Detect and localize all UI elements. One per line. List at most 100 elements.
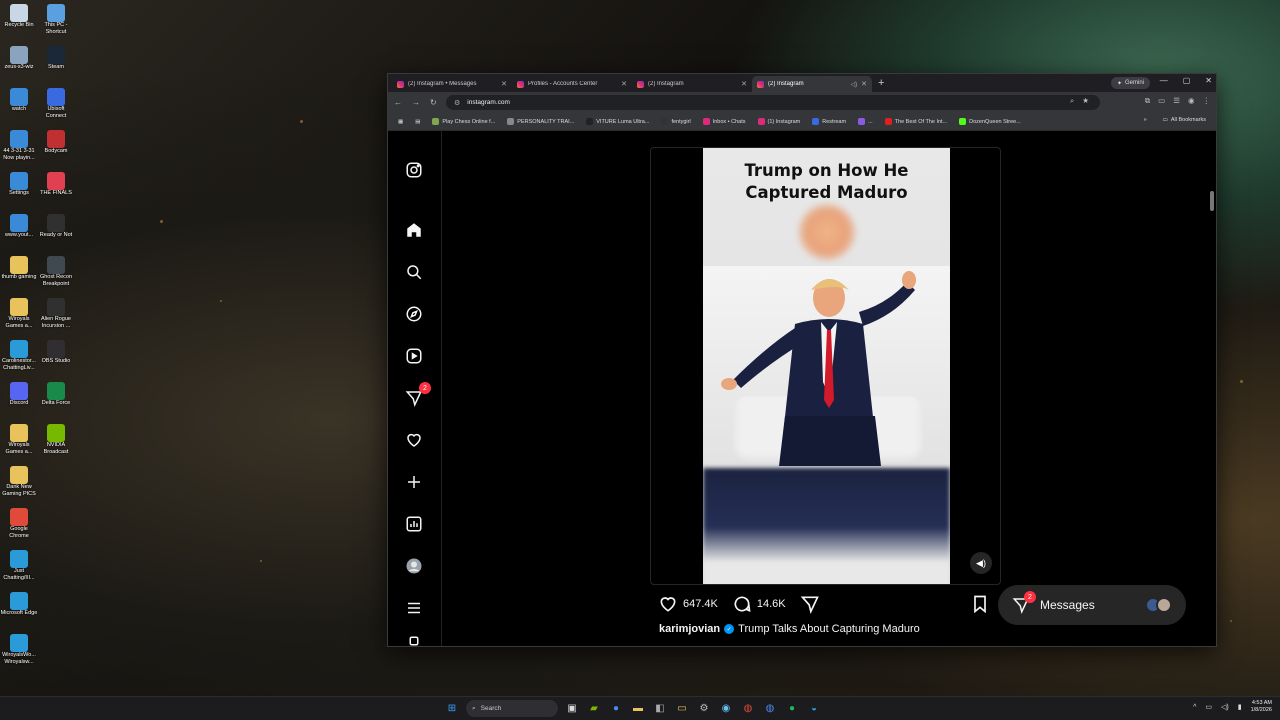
tab-instagram-active[interactable]: (2) Instagram ◁) ✕ <box>752 76 872 92</box>
close-tab-icon[interactable]: ✕ <box>741 80 747 88</box>
desktop-icon[interactable]: Discord <box>0 380 38 422</box>
bookmark-item[interactable]: ... <box>854 118 877 125</box>
close-tab-icon[interactable]: ✕ <box>621 80 627 88</box>
share-button[interactable] <box>800 594 820 614</box>
nvidia-icon[interactable]: ▰ <box>586 701 602 717</box>
desktop-icon[interactable]: Google Chrome <box>0 506 38 548</box>
desktop-icon[interactable]: Wiroyals Games a... <box>0 422 38 464</box>
address-bar[interactable]: ⚙ instagram.com <box>446 95 1100 110</box>
desktop-icon[interactable]: Delta Force <box>37 380 75 422</box>
back-icon[interactable]: ← <box>394 98 402 107</box>
bookmark-item[interactable]: VITURE Luma Ultra... <box>582 118 653 125</box>
folder-icon[interactable]: ▭ <box>674 701 690 717</box>
chevron-up-icon[interactable]: ^ <box>1193 704 1196 711</box>
forward-icon[interactable]: → <box>412 98 420 107</box>
file-explorer-icon[interactable]: ▬ <box>630 701 646 717</box>
desktop-icon[interactable]: www.yout... <box>0 212 38 254</box>
site-settings-icon[interactable]: ⚙ <box>454 99 460 107</box>
desktop-icon[interactable]: Microsoft Edge <box>0 590 38 632</box>
explore-compass-icon[interactable] <box>404 304 424 324</box>
clock[interactable]: 4:53 AM 1/8/2026 <box>1251 700 1272 714</box>
bookmark-item[interactable]: (1) Instagram <box>754 118 805 125</box>
all-bookmarks-button[interactable]: ▭ All Bookmarks <box>1159 117 1210 123</box>
desktop-icon[interactable]: Ready or Not <box>37 212 75 254</box>
volume-icon[interactable]: ◁) <box>1221 703 1229 711</box>
close-tab-icon[interactable]: ✕ <box>501 80 507 88</box>
network-icon[interactable]: ▭ <box>1205 703 1212 711</box>
volume-button[interactable]: ◀) <box>970 552 992 574</box>
tab-instagram-messages[interactable]: (2) Instagram • Messages ✕ <box>392 76 512 92</box>
desktop-icon[interactable]: THE FINALS <box>37 170 75 212</box>
meta-icon[interactable] <box>404 631 424 646</box>
tab-groups-icon[interactable]: ▤ <box>411 119 424 125</box>
bookmark-item[interactable]: Restream <box>808 118 850 125</box>
task-view-icon[interactable]: ▣ <box>564 701 580 717</box>
desktop-icon[interactable]: OBS Studio <box>37 338 75 380</box>
desktop-icon[interactable]: Bodycam <box>37 128 75 170</box>
desktop-icon[interactable]: This PC - Shortcut <box>37 2 75 44</box>
desktop-icon[interactable]: Dank New Gaming PICS <box>0 464 38 506</box>
like-button[interactable]: 647.4K <box>658 594 718 614</box>
menu-icon[interactable]: ⋮ <box>1203 96 1211 106</box>
tab-accounts-center[interactable]: Profiles - Accounts Center ✕ <box>512 76 632 92</box>
profile-avatar-icon[interactable] <box>404 556 424 576</box>
bookmark-star-icon[interactable]: ★ <box>1082 96 1089 106</box>
apps-icon[interactable]: ▦ <box>394 119 407 125</box>
start-windows-icon[interactable]: ⊞ <box>444 701 460 717</box>
bookmark-item[interactable]: Inbox • Chats <box>699 118 750 125</box>
desktop-icon[interactable]: Carolinestor... ChattingLiv... <box>0 338 38 380</box>
spotify-icon[interactable]: ● <box>784 701 800 717</box>
gemini-button[interactable]: ✦ Gemini <box>1110 77 1150 89</box>
desktop-icon[interactable]: 44 3-31 3-31 Now playin... <box>0 128 38 170</box>
desktop-icon[interactable]: Ubisoft Connect <box>37 86 75 128</box>
desktop-icon[interactable]: Alien Rogue Incursion ... <box>37 296 75 338</box>
desktop-icon[interactable]: Wiroyals Games a... <box>0 296 38 338</box>
messages-drawer-button[interactable]: 2 Messages <box>998 585 1186 625</box>
extensions-icon[interactable]: ⧉ <box>1145 96 1150 106</box>
speaker-icon[interactable]: ◁) <box>851 81 858 88</box>
more-menu-icon[interactable] <box>404 598 424 618</box>
desktop-icon[interactable]: Settings <box>0 170 38 212</box>
bookmark-item[interactable]: PERSONALITY TRAI... <box>503 118 578 125</box>
reload-icon[interactable]: ↻ <box>430 98 437 107</box>
close-window-icon[interactable]: ✕ <box>1205 76 1212 85</box>
desktop-icon[interactable]: Recycle Bin <box>0 2 38 44</box>
bookmark-item[interactable]: fentygirl <box>657 118 694 125</box>
desktop-icon[interactable]: WiroyalsWo... Wiroyalsw... <box>0 632 38 674</box>
reels-icon[interactable] <box>404 346 424 366</box>
bookmark-item[interactable]: Play Chess Online f... <box>428 118 499 125</box>
app-icon[interactable]: ● <box>608 701 624 717</box>
desktop-icon[interactable]: Ghost Recon Breakpoint <box>37 254 75 296</box>
taskbar-search[interactable]: ⌕ Search <box>466 700 558 717</box>
settings-gear-icon[interactable]: ⚙ <box>696 701 712 717</box>
desktop-icon[interactable]: Just Chatting/III... <box>0 548 38 590</box>
steam-icon[interactable]: ◉ <box>718 701 734 717</box>
app-icon[interactable]: ◧ <box>652 701 668 717</box>
create-plus-icon[interactable] <box>404 472 424 492</box>
notifications-heart-icon[interactable] <box>404 430 424 450</box>
new-tab-button[interactable]: + <box>878 77 884 89</box>
dashboard-icon[interactable] <box>404 514 424 534</box>
split-view-icon[interactable]: ▭ <box>1158 96 1165 106</box>
profile-icon[interactable]: ◉ <box>1188 96 1195 106</box>
search-icon[interactable] <box>404 262 424 282</box>
desktop-icon[interactable]: thumb gaming <box>0 254 38 296</box>
instagram-logo-icon[interactable] <box>404 160 424 180</box>
bookmark-item[interactable]: DozenQueen Stree... <box>955 118 1025 125</box>
zoom-icon[interactable]: ⌕ <box>1070 96 1074 106</box>
desktop-icon[interactable]: zeus-s3-wiz <box>0 44 38 86</box>
desktop-icon[interactable]: Steam <box>37 44 75 86</box>
minimize-icon[interactable]: — <box>1160 76 1168 85</box>
page-scrollbar[interactable] <box>1210 191 1214 211</box>
chrome-active-icon[interactable]: ◍ <box>762 701 778 717</box>
maximize-icon[interactable]: ▢ <box>1183 76 1191 85</box>
comment-button[interactable]: 14.6K <box>732 594 786 614</box>
reel-video[interactable]: Trump on How He Captured Maduro ◀) <box>650 147 1001 585</box>
save-button[interactable] <box>970 594 990 614</box>
post-username[interactable]: karimjovian <box>659 623 720 635</box>
tab-search-icon[interactable]: ☰ <box>1173 96 1180 106</box>
edge-icon[interactable]: ◒ <box>806 701 822 717</box>
chrome-icon[interactable]: ◍ <box>740 701 756 717</box>
bookmark-item[interactable]: The Best Of The Int... <box>881 118 951 125</box>
home-icon[interactable] <box>404 220 424 240</box>
